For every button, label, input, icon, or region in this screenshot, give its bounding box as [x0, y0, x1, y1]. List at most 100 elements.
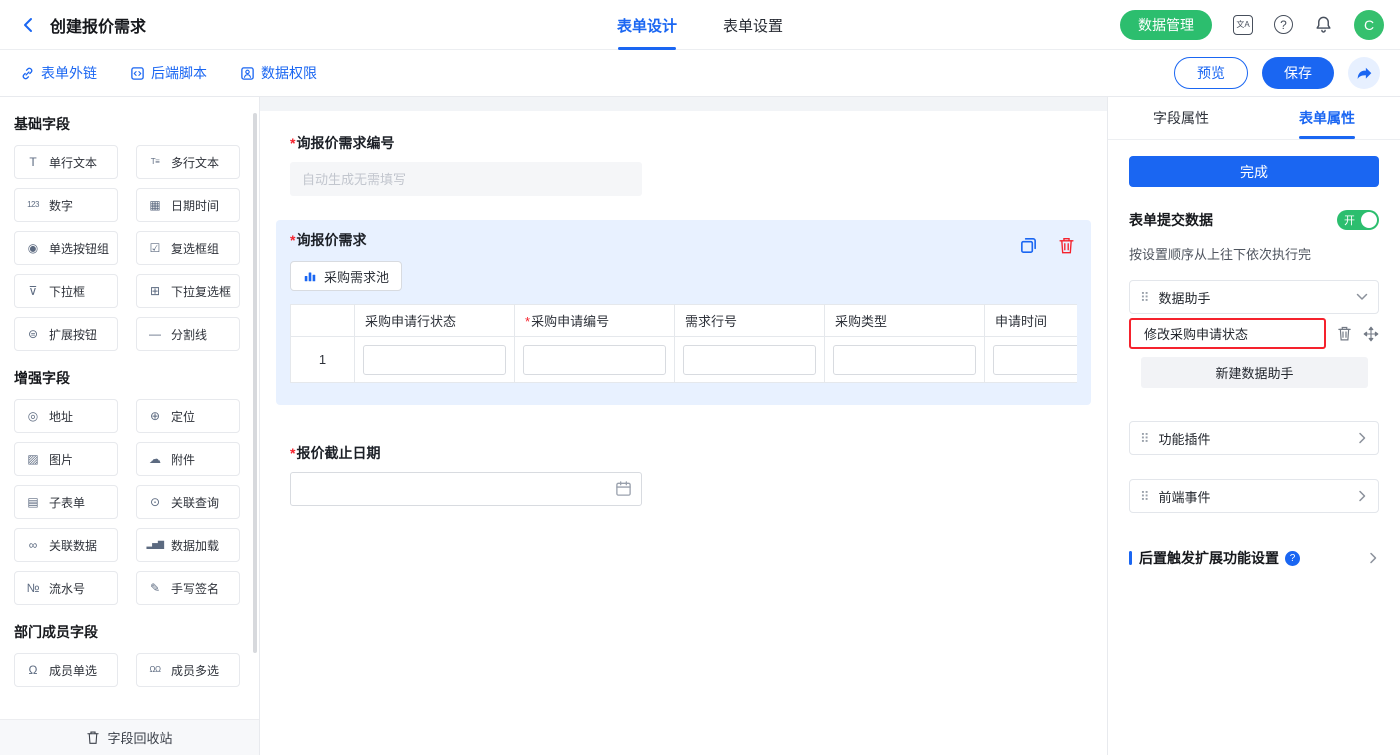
field-item-divider[interactable]: ―分割线 [136, 317, 240, 351]
field-item-location[interactable]: ⊕定位 [136, 399, 240, 433]
field-quote-deadline[interactable]: *报价截止日期 [276, 433, 1091, 520]
deadline-date-input[interactable] [290, 472, 642, 506]
backend-script-label: 后端脚本 [151, 63, 207, 83]
field-item-label: 多行文本 [171, 154, 219, 171]
section-title-basic-fields: 基础字段 [14, 114, 245, 134]
linked-query-icon: ⊙ [146, 496, 164, 508]
frontend-events-card[interactable]: ⠿ 前端事件 [1129, 479, 1379, 513]
field-recycle-bin[interactable]: 字段回收站 [0, 719, 259, 755]
column-header-status: 采购申请行状态 [355, 305, 515, 337]
post-trigger-settings-row[interactable]: 后置触发扩展功能设置 ? [1129, 548, 1379, 568]
field-item-single-line-text[interactable]: T单行文本 [14, 145, 118, 179]
column-header-apply-no: *采购申请编号 [515, 305, 675, 337]
field-item-linked-data[interactable]: ∞关联数据 [14, 528, 118, 562]
data-helper-card[interactable]: ⠿ 数据助手 [1129, 280, 1379, 314]
tab-form-design[interactable]: 表单设计 [617, 0, 677, 50]
tab-field-properties-label: 字段属性 [1153, 108, 1209, 128]
field-item-signature[interactable]: ✎手写签名 [136, 571, 240, 605]
delete-helper-button[interactable] [1337, 325, 1352, 342]
permission-icon [240, 66, 255, 81]
data-helper-item-selected[interactable]: 修改采购申请状态 [1129, 318, 1326, 349]
calendar-icon[interactable] [615, 480, 632, 497]
copy-field-button[interactable] [1019, 236, 1038, 255]
field-item-data-load[interactable]: ▂▅▇数据加载 [136, 528, 240, 562]
field-item-number[interactable]: 123数字 [14, 188, 118, 222]
field-item-checkbox-group[interactable]: ☑复选框组 [136, 231, 240, 265]
field-item-label: 成员单选 [49, 662, 97, 679]
form-external-link[interactable]: 表单外链 [20, 63, 97, 83]
demand-line-cell-input[interactable] [683, 345, 816, 375]
data-permission-link[interactable]: 数据权限 [240, 63, 317, 83]
serial-number-icon: № [24, 582, 42, 594]
member-multi-icon: ΩΩ [146, 666, 164, 674]
address-icon: ◎ [24, 410, 42, 422]
apply-no-cell-input[interactable] [523, 345, 666, 375]
apply-time-cell-input[interactable] [993, 345, 1077, 375]
back-button[interactable] [16, 12, 42, 38]
field-item-label: 手写签名 [171, 580, 219, 597]
chevron-right-icon[interactable] [1356, 432, 1368, 444]
drag-handle-icon[interactable]: ⠿ [1140, 432, 1150, 445]
field-item-serial-number[interactable]: №流水号 [14, 571, 118, 605]
sidebar-scrollbar[interactable] [253, 113, 257, 653]
single-line-text-icon: T [24, 156, 42, 168]
cell-apply-no [515, 337, 675, 383]
help-icon[interactable]: ? [1274, 15, 1293, 34]
tab-form-properties[interactable]: 表单属性 [1254, 97, 1400, 139]
translate-icon[interactable]: 文A [1233, 15, 1253, 35]
avatar[interactable]: C [1354, 10, 1384, 40]
type-cell-input[interactable] [833, 345, 976, 375]
field-item-member-multi[interactable]: ΩΩ成员多选 [136, 653, 240, 687]
delete-field-button[interactable] [1058, 236, 1075, 255]
notification-bell-icon[interactable] [1314, 15, 1333, 34]
column-header-demand-line: 需求行号 [675, 305, 825, 337]
data-permission-label: 数据权限 [261, 63, 317, 83]
field-quote-serial[interactable]: *询报价需求编号 [276, 123, 1091, 210]
preview-button[interactable]: 预览 [1174, 57, 1248, 89]
field-item-select[interactable]: ⊽下拉框 [14, 274, 118, 308]
frontend-events-title: 前端事件 [1159, 487, 1211, 506]
field-item-radio-group[interactable]: ◉单选按钮组 [14, 231, 118, 265]
done-button[interactable]: 完成 [1129, 156, 1379, 187]
backend-script-link[interactable]: 后端脚本 [130, 63, 207, 83]
tab-form-settings[interactable]: 表单设置 [723, 0, 783, 50]
bar-chart-icon [303, 269, 317, 283]
field-item-multi-line-text[interactable]: T≡多行文本 [136, 145, 240, 179]
quote-serial-input[interactable] [290, 162, 642, 196]
chevron-down-icon[interactable] [1356, 291, 1368, 303]
share-button[interactable] [1348, 57, 1380, 89]
help-icon[interactable]: ? [1285, 551, 1300, 566]
drag-handle-icon[interactable]: ⠿ [1140, 490, 1150, 503]
member-single-icon: Ω [24, 664, 42, 676]
data-manage-button[interactable]: 数据管理 [1120, 10, 1212, 40]
chevron-right-icon[interactable] [1356, 490, 1368, 502]
drag-handle-icon[interactable]: ⠿ [1140, 291, 1150, 304]
status-cell-input[interactable] [363, 345, 506, 375]
field-item-label: 单选按钮组 [49, 240, 109, 257]
function-plugins-card[interactable]: ⠿ 功能插件 [1129, 421, 1379, 455]
new-data-helper-button[interactable]: 新建数据助手 [1141, 357, 1368, 388]
field-item-linked-query[interactable]: ⊙关联查询 [136, 485, 240, 519]
chevron-right-icon[interactable] [1367, 552, 1379, 564]
basic-fields-grid: T单行文本 T≡多行文本 123数字 ▦日期时间 ◉单选按钮组 ☑复选框组 ⊽下… [14, 145, 245, 351]
deadline-date-field [290, 472, 642, 506]
tab-field-properties[interactable]: 字段属性 [1108, 97, 1254, 139]
required-asterisk: * [290, 232, 295, 248]
field-item-subform[interactable]: ▤子表单 [14, 485, 118, 519]
field-item-datetime[interactable]: ▦日期时间 [136, 188, 240, 222]
field-item-attachment[interactable]: ☁附件 [136, 442, 240, 476]
main-tabs: 表单设计 表单设置 [617, 0, 783, 50]
procurement-pool-label: 采购需求池 [324, 267, 389, 286]
submit-data-toggle[interactable]: 开 [1337, 210, 1379, 230]
field-item-member-single[interactable]: Ω 成员单选 [14, 653, 118, 687]
location-icon: ⊕ [146, 410, 164, 422]
field-quote-demand-selected[interactable]: *询报价需求 采购需求池 采购申请行状态 *采购申请编号 需求行号 [276, 220, 1091, 405]
move-helper-button[interactable] [1363, 326, 1379, 342]
field-item-image[interactable]: ▨图片 [14, 442, 118, 476]
procurement-pool-button[interactable]: 采购需求池 [290, 261, 402, 291]
field-item-address[interactable]: ◎地址 [14, 399, 118, 433]
field-item-extend-button[interactable]: ⊜扩展按钮 [14, 317, 118, 351]
save-button[interactable]: 保存 [1262, 57, 1334, 89]
trash-icon [1058, 236, 1075, 255]
field-item-multi-select[interactable]: ⊞下拉复选框 [136, 274, 240, 308]
